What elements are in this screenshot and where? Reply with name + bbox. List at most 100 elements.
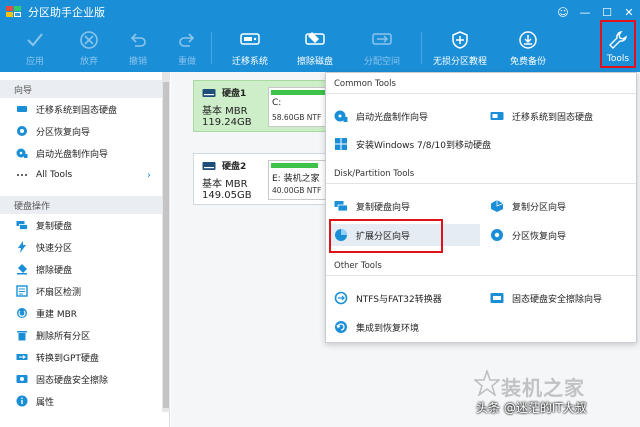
discard-button[interactable]: 放弃: [74, 24, 104, 72]
partition-name: E: 装机之家: [272, 174, 320, 184]
sidebar-item-ssd-erase[interactable]: 固态硬盘安全擦除: [0, 368, 169, 390]
tools-dropdown-menu: Common Tools 启动光盘制作向导 迁移系统到固态硬盘 安装Window…: [325, 72, 637, 343]
feedback-button[interactable]: ☺: [552, 2, 574, 22]
sidebar-item-all-tools[interactable]: All Tools ›: [0, 164, 169, 186]
menu-item-copy-partition[interactable]: 复制分区向导: [490, 195, 566, 217]
migrate-label: 迁移系统: [231, 57, 268, 67]
watermark-credit: 头条 @迷茫的IT大叔: [476, 401, 587, 415]
watermark-star-icon: [472, 368, 502, 399]
backup-icon: [517, 29, 539, 51]
checklist-icon: [16, 285, 28, 297]
menu-item-partition-recovery[interactable]: 分区恢复向导: [490, 224, 566, 246]
hard-disk-icon: [202, 88, 216, 98]
title-bar: 分区助手企业版 ☺ — ☐ ✕: [0, 0, 640, 24]
window-title: 分区助手企业版: [28, 6, 105, 19]
allocate-space-button[interactable]: 分配空间: [360, 24, 404, 72]
redo-label: 重做: [177, 57, 196, 67]
toolbar-divider: [421, 32, 422, 64]
close-button[interactable]: ✕: [618, 2, 640, 22]
minimize-button[interactable]: —: [574, 2, 596, 22]
apply-label: 应用: [25, 57, 44, 67]
sidebar-item-bootdisk[interactable]: 启动光盘制作向导: [0, 142, 169, 164]
backup-label: 免费备份: [509, 57, 546, 67]
other-tools-header: Other Tools: [334, 261, 382, 271]
tools-highlight-frame: [600, 20, 636, 68]
toolbar: 应用 放弃 撤销 重做 迁移系统 擦除磁盘 分配空间 无损分区教程 免费备份 T…: [0, 24, 640, 72]
sidebar-item-delete-partitions[interactable]: 删除所有分区: [0, 324, 169, 346]
hard-disk-icon: [202, 161, 216, 171]
sidebar-item-quick-partition[interactable]: 快速分区: [0, 236, 169, 258]
sidebar-item-rebuild-mbr[interactable]: 重建 MBR: [0, 302, 169, 324]
sidebar-item-bad-sector[interactable]: 坏扇区检测: [0, 280, 169, 302]
shield-icon: [449, 29, 471, 51]
sidebar-item-migrate[interactable]: 迁移系统到固态硬盘: [0, 98, 169, 120]
toolbar-divider: [211, 32, 212, 64]
wizard-section-header: 向导: [0, 80, 169, 98]
cancel-circle-icon: [78, 29, 100, 51]
menu-item-copy-disk[interactable]: 复制硬盘向导: [334, 195, 410, 217]
disk-size: 119.24GB: [202, 117, 252, 128]
disk-type: 基本 MBR: [202, 179, 248, 190]
partition-usage-bar: [271, 163, 318, 168]
menu-item-integrate-recovery[interactable]: 集成到恢复环境: [334, 316, 419, 338]
dots-icon: [16, 169, 28, 181]
redo-button[interactable]: 重做: [172, 24, 202, 72]
tutorial-label: 无损分区教程: [432, 57, 487, 67]
trash-icon: [16, 329, 28, 341]
extend-partition-highlight-frame: [329, 219, 443, 253]
recover-icon: [16, 125, 28, 137]
recover-icon: [490, 228, 504, 242]
migrate-icon: [16, 103, 28, 115]
menu-divider: [326, 275, 636, 276]
chevron-right-icon: ›: [147, 169, 151, 181]
sidebar-item-wipe-disk[interactable]: 擦除硬盘: [0, 258, 169, 280]
wipe-label: 擦除磁盘: [296, 57, 333, 67]
wipe-disk-button[interactable]: 擦除磁盘: [293, 24, 337, 72]
menu-item-ntfs-fat32[interactable]: NTFS与FAT32转换器: [334, 287, 442, 309]
convert-icon: [16, 351, 28, 363]
menu-item-migrate[interactable]: 迁移系统到固态硬盘: [490, 105, 593, 127]
disk-name: 硬盘1: [222, 89, 247, 99]
common-tools-header: Common Tools: [334, 79, 396, 89]
sidebar: 向导 迁移系统到固态硬盘 分区恢复向导 启动光盘制作向导 All Tools ›…: [0, 72, 170, 427]
sidebar-item-convert-gpt[interactable]: 转换到GPT硬盘: [0, 346, 169, 368]
sidebar-scrollbar-thumb[interactable]: [163, 82, 169, 408]
undo-label: 撤销: [128, 57, 147, 67]
undo-button[interactable]: 撤销: [123, 24, 153, 72]
disk-type: 基本 MBR: [202, 106, 248, 117]
allocate-label: 分配空间: [363, 57, 400, 67]
windows-icon: [334, 137, 348, 151]
rebuild-icon: [16, 307, 28, 319]
redo-icon: [176, 29, 198, 51]
bootdisk-icon: [334, 109, 348, 123]
tutorial-button[interactable]: 无损分区教程: [430, 24, 490, 72]
sidebar-item-properties[interactable]: 属性: [0, 390, 169, 412]
backup-button[interactable]: 免费备份: [508, 24, 548, 72]
disk-size: 149.05GB: [202, 190, 252, 201]
migrate-icon: [490, 109, 504, 123]
menu-divider: [326, 93, 636, 94]
watermark-site: 装机之家: [501, 376, 585, 400]
menu-item-bootdisk[interactable]: 启动光盘制作向导: [334, 105, 428, 127]
copy-disk-icon: [16, 219, 28, 231]
bootdisk-icon: [16, 147, 28, 159]
sidebar-item-recover[interactable]: 分区恢复向导: [0, 120, 169, 142]
menu-item-ssd-erase[interactable]: 固态硬盘安全擦除向导: [490, 287, 602, 309]
partition-name: C:: [272, 98, 282, 108]
check-icon: [24, 29, 46, 51]
maximize-button[interactable]: ☐: [596, 2, 618, 22]
wipe-disk-icon: [304, 29, 326, 51]
copy-disk-icon: [334, 199, 348, 213]
migrate-system-button[interactable]: 迁移系统: [220, 24, 280, 72]
sidebar-item-copy-disk[interactable]: 复制硬盘: [0, 214, 169, 236]
apply-button[interactable]: 应用: [20, 24, 50, 72]
menu-divider: [326, 183, 636, 184]
partition-tools-header: Disk/Partition Tools: [334, 169, 415, 179]
ssd-erase-icon: [490, 291, 504, 305]
copy-partition-icon: [490, 199, 504, 213]
undo-icon: [127, 29, 149, 51]
menu-item-install-windows[interactable]: 安装Windows 7/8/10到移动硬盘: [334, 133, 491, 155]
lightning-icon: [16, 241, 28, 253]
info-icon: [16, 395, 28, 407]
eraser-icon: [16, 263, 28, 275]
